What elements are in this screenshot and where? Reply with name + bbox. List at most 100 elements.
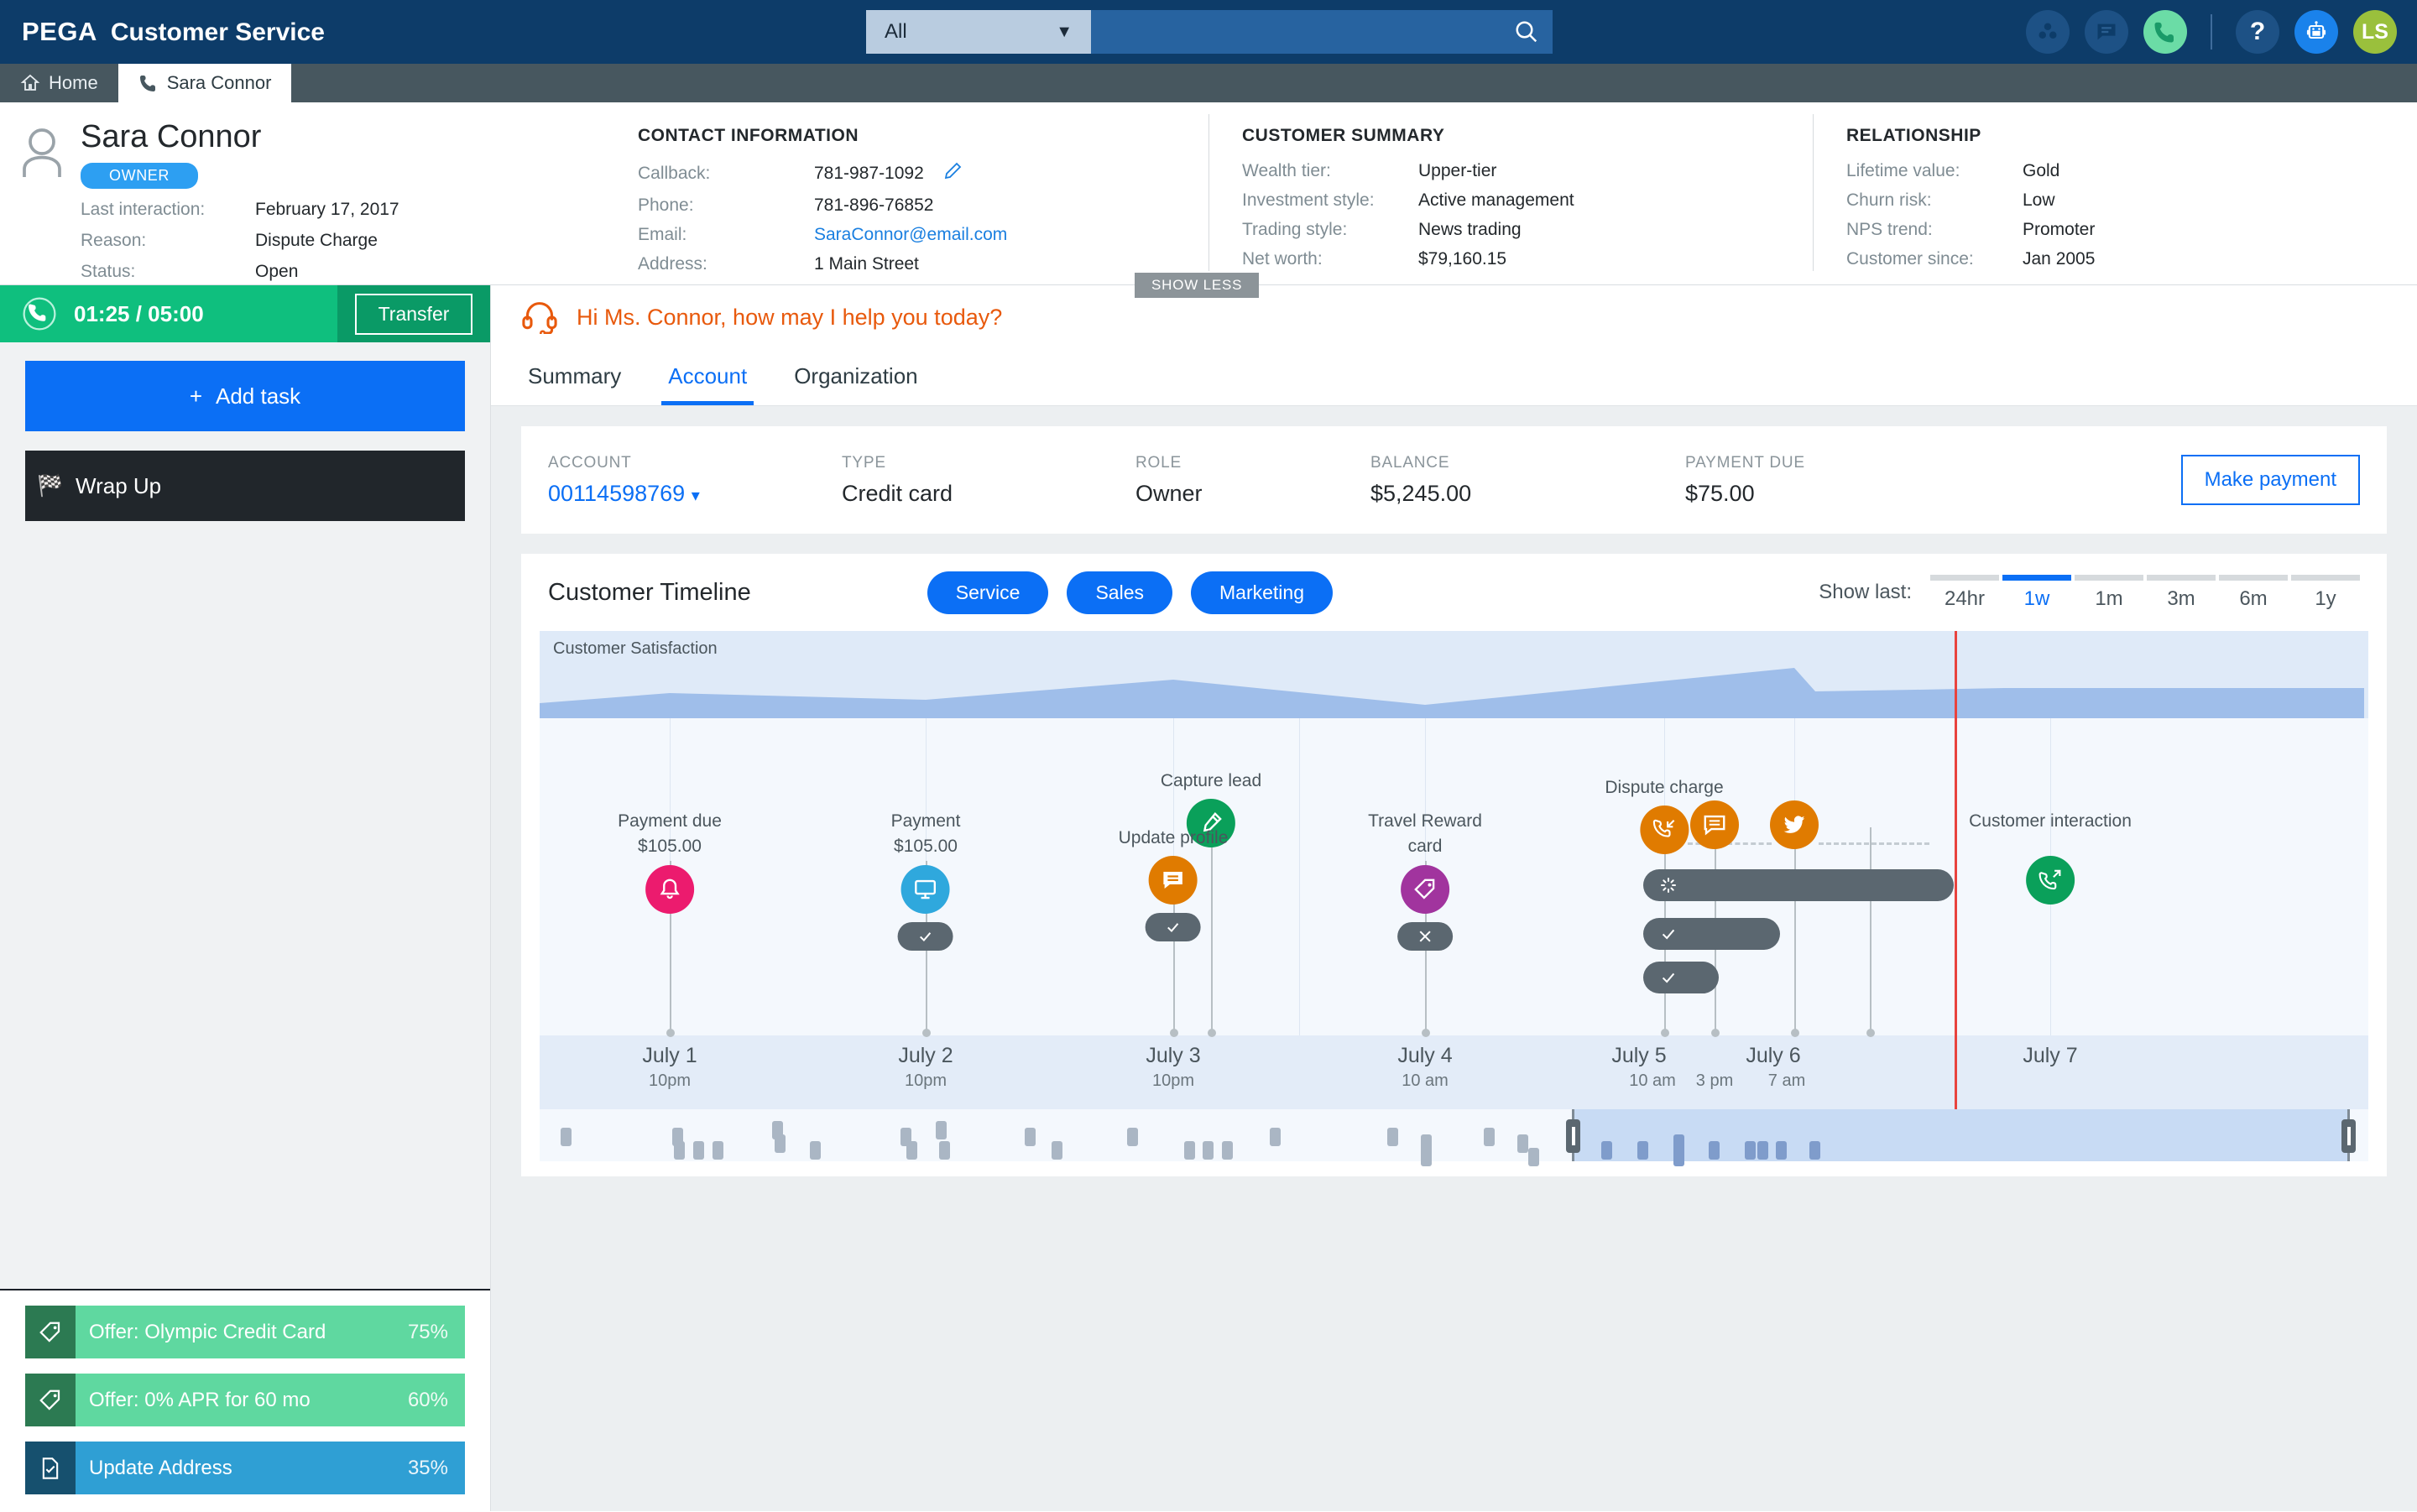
column-header: ROLE	[1135, 454, 1370, 472]
filter-sales[interactable]: Sales	[1067, 571, 1172, 614]
axis-day-label: July 3	[1146, 1044, 1200, 1068]
search-button[interactable]	[1501, 10, 1553, 54]
phone-active-icon[interactable]	[2143, 10, 2187, 54]
avatar[interactable]: LS	[2353, 10, 2397, 54]
relationship-row-lifetime-value: Lifetime value: Gold	[1846, 161, 2417, 181]
make-payment-button[interactable]: Make payment	[2181, 455, 2360, 505]
filter-service[interactable]: Service	[927, 571, 1049, 614]
axis-time-label: 10pm	[898, 1071, 953, 1091]
account-number-dropdown[interactable]: 00114598769 ▾	[548, 481, 842, 507]
minimap-handle-left[interactable]	[1566, 1119, 1580, 1153]
edit-icon[interactable]	[942, 161, 963, 186]
tab-home[interactable]: Home	[0, 64, 118, 102]
range-label: 1w	[2002, 587, 2071, 611]
field-label: Net worth:	[1242, 249, 1418, 269]
field-label: NPS trend:	[1846, 220, 2023, 240]
message-lines-icon[interactable]	[1690, 800, 1739, 849]
axis-time-label: 10 am	[1629, 1071, 1676, 1091]
event-label-line1: Dispute charge	[1605, 777, 1723, 799]
collaboration-icon[interactable]	[2026, 10, 2070, 54]
event-label-line2: $105.00	[891, 836, 961, 858]
account-number-value: 00114598769	[548, 481, 685, 506]
field-value: Dispute Charge	[255, 231, 378, 251]
tag-icon[interactable]	[1401, 865, 1449, 914]
list-item[interactable]: Offer: Olympic Credit Card 75%	[25, 1306, 465, 1358]
call-timer-value: 01:25 / 05:00	[74, 301, 204, 327]
dispute-open-bar[interactable]	[1643, 869, 1954, 901]
range-24hr[interactable]: 24hr	[1930, 575, 1999, 611]
incoming-call-icon[interactable]	[1640, 806, 1689, 854]
axis-tick-july-6: July 6 7 am	[1741, 1044, 1805, 1091]
add-task-button[interactable]: + Add task	[25, 361, 465, 431]
search-scope-value: All	[885, 20, 907, 44]
contact-row-callback: Callback: 781-987-1092	[638, 161, 1208, 186]
brand-pega-logo: PEGA	[22, 17, 97, 47]
dispute-step-1-bar[interactable]	[1643, 962, 1719, 993]
field-label: Email:	[638, 225, 814, 245]
message-icon[interactable]	[1149, 856, 1198, 905]
range-selector: 24hr 1w 1m 3m 6m 1y	[1930, 575, 2360, 611]
robot-icon[interactable]	[2294, 10, 2338, 54]
outgoing-call-icon[interactable]	[2026, 856, 2075, 905]
event-label-line1: Payment	[891, 811, 961, 832]
field-value: 781-896-76852	[814, 196, 933, 216]
event-connector	[1819, 842, 1929, 845]
timeline-event-dispute-message	[1690, 800, 1739, 849]
list-item[interactable]: Update Address 35%	[25, 1442, 465, 1494]
monitor-icon[interactable]	[901, 865, 950, 914]
minimap-tick	[1809, 1141, 1820, 1160]
search-input[interactable]	[1091, 10, 1501, 54]
event-label-line1: Capture lead	[1161, 770, 1261, 792]
check-icon	[1164, 919, 1182, 936]
range-3m[interactable]: 3m	[2147, 575, 2216, 611]
minimap-tick	[1776, 1141, 1787, 1160]
column-header: PAYMENT DUE	[1685, 454, 1979, 472]
chat-icon[interactable]	[2085, 10, 2128, 54]
field-label: Callback:	[638, 164, 814, 184]
minimap-selection-window[interactable]	[1572, 1109, 2350, 1161]
transfer-button[interactable]: Transfer	[355, 294, 473, 335]
timeline-event-update-profile: Update profile	[1119, 827, 1229, 941]
show-less-button[interactable]: SHOW LESS	[1135, 273, 1259, 298]
bell-icon[interactable]	[645, 865, 694, 914]
offer-label: Offer: 0% APR for 60 mo	[76, 1389, 408, 1412]
minimap-tick	[1528, 1148, 1539, 1166]
timeline-minimap-scrollbar[interactable]	[540, 1109, 2368, 1161]
tab-account[interactable]: Account	[661, 363, 754, 405]
range-1w[interactable]: 1w	[2002, 575, 2071, 611]
range-1m[interactable]: 1m	[2075, 575, 2143, 611]
field-value: Gold	[2023, 161, 2059, 181]
axis-tick-3pm: 3 pm	[1696, 1044, 1733, 1091]
axis-tick-july-5: July 5 10 am	[1602, 1044, 1676, 1091]
axis-tick-july-3: July 3 10pm	[1146, 1044, 1200, 1091]
timeline-chart: Customer Satisfaction	[540, 631, 2368, 1109]
axis-time-label: 10 am	[1397, 1071, 1452, 1091]
main-content: Hi Ms. Connor, how may I help you today?…	[491, 285, 2417, 1511]
field-value: Open	[255, 262, 298, 282]
avatar-initials: LS	[2362, 20, 2388, 44]
tab-organization[interactable]: Organization	[787, 363, 924, 405]
tab-summary[interactable]: Summary	[521, 363, 628, 405]
list-item[interactable]: Offer: 0% APR for 60 mo 60%	[25, 1374, 465, 1426]
search-scope-select[interactable]: All ▼	[866, 10, 1091, 54]
wrap-up-button[interactable]: 🏁 Wrap Up	[25, 451, 465, 521]
app-body: 01:25 / 05:00 Transfer + Add task 🏁 Wrap…	[0, 285, 2417, 1511]
email-link[interactable]: SaraConnor@email.com	[814, 225, 1007, 245]
account-column-type: TYPE Credit card	[842, 454, 1135, 507]
range-6m[interactable]: 6m	[2219, 575, 2288, 611]
header-actions: ? LS	[2026, 0, 2397, 64]
tag-icon	[25, 1374, 76, 1426]
dispute-step-2-bar[interactable]	[1643, 918, 1780, 950]
tab-sara-connor[interactable]: Sara Connor	[118, 64, 292, 102]
add-task-label: Add task	[216, 383, 300, 409]
twitter-icon[interactable]	[1770, 800, 1819, 849]
minimap-handle-right[interactable]	[2341, 1119, 2356, 1153]
minimap-tick	[561, 1128, 572, 1146]
filter-marketing[interactable]: Marketing	[1191, 571, 1333, 614]
help-icon[interactable]: ?	[2236, 10, 2279, 54]
range-1y[interactable]: 1y	[2291, 575, 2360, 611]
check-icon	[916, 928, 935, 945]
minimap-tick	[1601, 1141, 1612, 1160]
minimap-tick	[906, 1141, 917, 1160]
field-value: 781-987-1092	[814, 164, 924, 184]
